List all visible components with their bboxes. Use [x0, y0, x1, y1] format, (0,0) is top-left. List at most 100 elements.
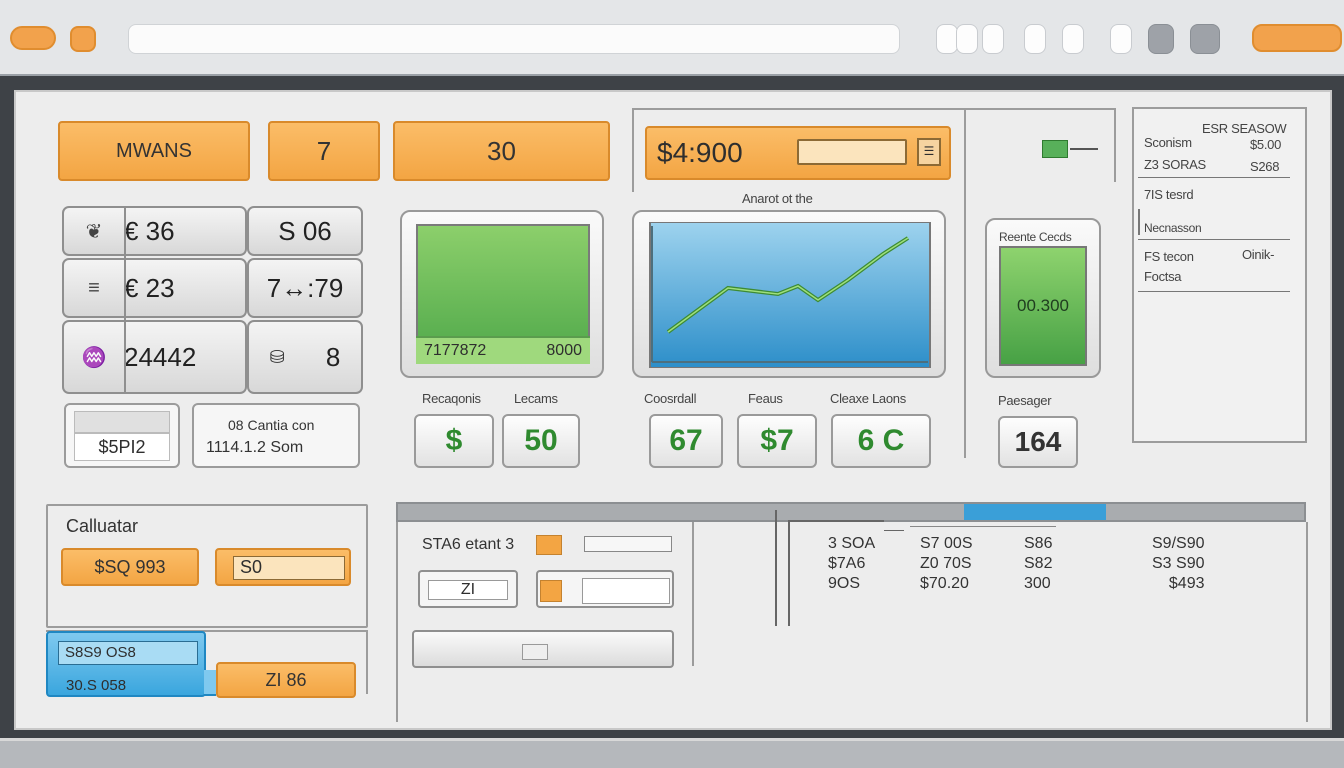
chart-title: Anarot ot the: [742, 191, 813, 206]
chart-value-2[interactable]: $7: [737, 414, 817, 468]
table-col-divider: [692, 522, 694, 666]
field-two[interactable]: 7: [268, 121, 380, 181]
calculator-button-1[interactable]: $SQ 993: [61, 548, 199, 586]
green-label-2: Lecams: [514, 391, 558, 406]
table-cell: S3 S90: [1152, 555, 1205, 572]
form-slider-handle[interactable]: [522, 644, 548, 660]
table-header-bar: [396, 502, 1306, 522]
right-row-5-right: Oinik-: [1242, 247, 1275, 262]
calculator-button-2[interactable]: S0: [215, 548, 351, 586]
chart-value-1[interactable]: 67: [649, 414, 723, 468]
keypad-divider: [124, 206, 126, 394]
table-col-4: S9/S90 S3 S90 $493: [1152, 534, 1204, 594]
table-scroll-indicator[interactable]: [964, 504, 1106, 520]
chart-label-1: Coosrdall: [644, 391, 697, 406]
recent-card: Reente Cecds 00.300: [985, 218, 1101, 378]
table-left-border: [396, 522, 398, 722]
toolbar-button-1[interactable]: [936, 24, 958, 54]
keypad-key-6[interactable]: ⛁ 8: [247, 320, 363, 394]
form-slider[interactable]: [412, 630, 674, 668]
form-input-2-value: ZI: [428, 580, 508, 600]
form-color-swatch[interactable]: [536, 535, 562, 555]
table-row-line: [910, 526, 1056, 527]
keypad-key-2-label: S 06: [278, 215, 332, 246]
toolbar-button-7[interactable]: [1148, 24, 1174, 54]
keypad-key-1[interactable]: ❦ € 36: [62, 206, 247, 256]
value-button-1[interactable]: $: [414, 414, 494, 468]
right-row-3-left: 7IS tesrd: [1144, 187, 1194, 202]
right-divider-1: [1138, 177, 1290, 178]
divider-vertical-2: [1114, 108, 1116, 182]
calculator-divider-v: [366, 630, 368, 694]
chart-label-2: Feaus: [748, 391, 783, 406]
table-bracket-left: [788, 520, 790, 626]
blue-panel[interactable]: S8S9 OS8 30.S 058: [46, 631, 206, 697]
chart-label-3: Cleaxe Laons: [830, 391, 906, 406]
blue-panel-top: S8S9 OS8: [58, 641, 198, 665]
table-col-2: S7 00S Z0 70S $70.20: [920, 534, 972, 594]
toolbar-button-5[interactable]: [1062, 24, 1084, 54]
price-input[interactable]: [797, 139, 907, 165]
form-input-3-swatch: [540, 580, 562, 602]
stack-icon: ⛁: [269, 346, 285, 367]
toolbar-button-2[interactable]: [956, 24, 978, 54]
price-display-value: $4:900: [657, 137, 743, 168]
form-input-2[interactable]: ZI: [418, 570, 518, 608]
right-divider-2: [1138, 209, 1140, 235]
chart-value-3[interactable]: 6 C: [831, 414, 931, 468]
table-cell: $493: [1168, 575, 1205, 592]
calculator-title: Calluatar: [66, 516, 139, 536]
line-chart-card: [632, 210, 946, 378]
right-row-2-left: Z3 SORAS: [1144, 157, 1206, 172]
right-row-6-left: Foctsa: [1144, 269, 1182, 284]
keypad-key-6-label: 8: [325, 341, 341, 372]
keypad-key-2[interactable]: S 06: [247, 206, 363, 256]
calculator-button-3[interactable]: ZI 86: [216, 662, 356, 698]
right-divider-4: [1138, 291, 1290, 292]
table-bracket-top: [788, 520, 884, 522]
recent-number[interactable]: 164: [998, 416, 1078, 468]
table-cell: 3 SOA: [828, 535, 876, 552]
toolbar-button-6[interactable]: [1110, 24, 1132, 54]
table-cell: S9/S90: [1152, 535, 1205, 552]
form-input-1[interactable]: [584, 536, 672, 552]
keypad-key-3-label: € 23: [124, 272, 175, 303]
keypad-key-4[interactable]: 7↔:79: [247, 258, 363, 318]
calculator-button-2-label: S0: [233, 556, 345, 580]
flag-icon[interactable]: [1042, 140, 1068, 158]
chart-area: [649, 222, 931, 368]
table-cell: 300: [1024, 575, 1051, 592]
price-display: $4:900 ☰: [645, 126, 951, 180]
table-bracket-line: [775, 510, 777, 626]
table-cell: $7A6: [828, 555, 866, 572]
toolbar-button-4[interactable]: [1024, 24, 1046, 54]
form-input-3[interactable]: [536, 570, 674, 608]
caption-bottom: 1114.1.2 Som: [206, 439, 304, 456]
recent-number-label: 164: [1014, 426, 1062, 457]
minimize-window-button[interactable]: [70, 26, 96, 52]
calculator-button-3-label: ZI 86: [265, 669, 307, 690]
right-row-5-left: FS tecon: [1144, 249, 1194, 264]
value-button-2[interactable]: 50: [502, 414, 580, 468]
toolbar-button-8[interactable]: [1190, 24, 1220, 54]
menu-button[interactable]: MWANS: [58, 121, 250, 181]
address-bar[interactable]: [128, 24, 900, 54]
field-three[interactable]: 30: [393, 121, 610, 181]
divider-vertical: [964, 108, 966, 458]
green-panel-right-value: 8000: [546, 342, 582, 359]
toolbar-button-3[interactable]: [982, 24, 1004, 54]
blue-panel-tail: [204, 670, 216, 696]
recent-label: Paesager: [998, 393, 1052, 408]
green-panel: 7177872 8000: [400, 210, 604, 378]
green-panel-footer: 7177872 8000: [416, 336, 590, 364]
right-row-1-left: Sconism: [1144, 135, 1192, 150]
keypad-key-5[interactable]: ♒ 24442: [62, 320, 247, 394]
close-window-button[interactable]: [10, 26, 56, 50]
chart-value-1-label: 67: [669, 424, 703, 457]
keypad-key-3[interactable]: ≡ € 23: [62, 258, 247, 318]
chart-value-3-label: 6 C: [857, 424, 905, 457]
menu-pill-button[interactable]: [1252, 24, 1342, 52]
line-chart: [649, 222, 931, 368]
leaf-icon: ❦: [85, 220, 103, 243]
list-icon[interactable]: ☰: [917, 138, 941, 166]
